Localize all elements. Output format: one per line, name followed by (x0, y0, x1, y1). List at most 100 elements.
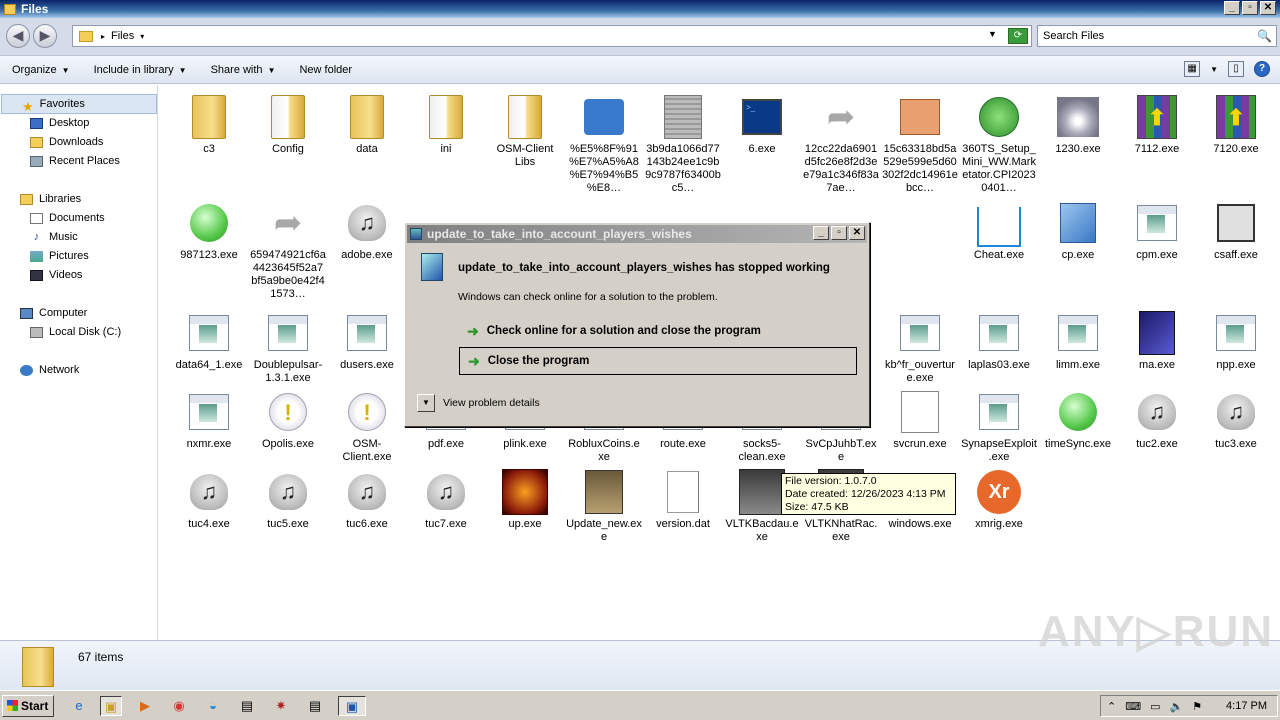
sidebar-item-pictures[interactable]: Pictures (30, 250, 89, 262)
search-input[interactable]: Search Files 🔍 (1037, 25, 1277, 47)
file-item[interactable]: laplas03.exe (961, 309, 1037, 372)
file-item[interactable]: ♫ tuc7.exe (408, 468, 484, 531)
file-item[interactable]: dusers.exe (329, 309, 405, 372)
organize-button[interactable]: Organize ▼ (0, 64, 82, 76)
app-window-icon[interactable]: ▤ (236, 696, 258, 716)
file-item[interactable]: cpm.exe (1119, 199, 1195, 262)
file-item[interactable]: Update_new.exe (566, 468, 642, 544)
file-item[interactable]: version.dat (645, 468, 721, 531)
dialog-maximize-button[interactable]: ▫ (831, 226, 847, 240)
chrome-icon[interactable]: ◉ (168, 696, 190, 716)
error-dialog-taskbar-icon[interactable]: ▣ (338, 696, 366, 716)
search-icon[interactable]: 🔍 (1257, 29, 1272, 43)
edge-icon[interactable]: ◒ (202, 696, 224, 716)
sidebar-item-network[interactable]: Network (20, 364, 79, 376)
dialog-close-button[interactable]: ✕ (849, 226, 865, 240)
sidebar-item-desktop[interactable]: Desktop (30, 117, 89, 129)
breadcrumb-files[interactable]: Files (111, 30, 134, 42)
file-item[interactable]: Config (250, 93, 326, 156)
volume-icon[interactable]: 🔈 (1170, 700, 1184, 713)
breadcrumb-arrow-icon[interactable]: ▸ (101, 32, 105, 41)
include-in-library-button[interactable]: Include in library ▼ (82, 64, 199, 76)
file-item[interactable]: ⬆ 7120.exe (1198, 93, 1274, 156)
chevron-down-icon[interactable]: ▼ (1210, 65, 1218, 74)
file-item[interactable]: ini (408, 93, 484, 156)
game-taskbar-icon[interactable]: ✷ (270, 696, 292, 716)
file-item[interactable]: limm.exe (1040, 309, 1116, 372)
forward-button[interactable]: ▶ (33, 24, 57, 48)
check-online-button[interactable]: ➜ Check online for a solution and close t… (459, 317, 857, 345)
file-item[interactable]: ! OSM-Client.exe (329, 388, 405, 464)
file-item[interactable]: Xr xmrig.exe (961, 468, 1037, 531)
file-item[interactable]: 987123.exe (171, 199, 247, 262)
address-history-dropdown-icon[interactable]: ▼ (988, 29, 997, 39)
file-item[interactable]: 360TS_Setup_Mini_WW.Marketator.CPI202304… (961, 93, 1037, 195)
refresh-icon[interactable]: ⟳ (1008, 28, 1028, 44)
battery-icon[interactable]: ▭ (1150, 700, 1160, 713)
minimize-button[interactable]: _ (1224, 1, 1240, 15)
sidebar-item-videos[interactable]: Videos (30, 269, 82, 281)
close-button[interactable]: ✕ (1260, 1, 1276, 15)
file-item[interactable]: >_ 6.exe (724, 93, 800, 156)
file-item[interactable]: svcrun.exe (882, 388, 958, 451)
share-with-button[interactable]: Share with ▼ (199, 64, 288, 76)
file-item[interactable]: cp.exe (1040, 199, 1116, 262)
sidebar-item-downloads[interactable]: Downloads (30, 136, 103, 148)
maximize-button[interactable]: ▫ (1242, 1, 1258, 15)
app-window-icon[interactable]: ▤ (304, 696, 326, 716)
sidebar-item-favorites[interactable]: ★ Favorites (1, 94, 157, 114)
sidebar-item-music[interactable]: ♪ Music (30, 231, 78, 243)
file-item[interactable]: ! Opolis.exe (250, 388, 326, 451)
file-item[interactable]: csaff.exe (1198, 199, 1274, 262)
file-item[interactable]: ⬆ 7112.exe (1119, 93, 1195, 156)
file-item[interactable]: Doublepulsar-1.3.1.exe (250, 309, 326, 385)
file-item[interactable]: 3b9da1066d77143b24ee1c9b9c9787f63400bc5… (645, 93, 721, 195)
file-item[interactable]: %E5%8F%91%E7%A5%A8%E7%94%B5%E8… (566, 93, 642, 195)
file-item[interactable]: ♫ tuc3.exe (1198, 388, 1274, 451)
file-item[interactable]: kb^fr_ouverture.exe (882, 309, 958, 385)
sidebar-item-libraries[interactable]: Libraries (20, 193, 81, 205)
file-item[interactable]: ➦ 659474921cf6a4423645f52a7bf5a9be0e42f41… (250, 199, 326, 301)
file-item[interactable]: data64_1.exe (171, 309, 247, 372)
breadcrumb-dropdown-icon[interactable]: ▾ (140, 32, 144, 41)
ie-icon[interactable]: e (68, 696, 90, 716)
view-problem-details[interactable]: ▼ View problem details (417, 394, 540, 412)
file-item[interactable]: up.exe (487, 468, 563, 531)
file-item[interactable]: ➦ 12cc22da6901d5fc26e8f2d3ee79a1c346f83a7… (803, 93, 879, 195)
file-item[interactable]: ♫ tuc5.exe (250, 468, 326, 531)
sidebar-item-documents[interactable]: Documents (30, 212, 105, 224)
dialog-minimize-button[interactable]: _ (813, 226, 829, 240)
file-item[interactable]: 15c63318bd5a529e599e5d60302f2dc14961ebcc… (882, 93, 958, 195)
explorer-taskbar-icon[interactable]: ▣ (100, 696, 122, 716)
file-item[interactable]: OSM-Client Libs (487, 93, 563, 169)
file-item[interactable]: npp.exe (1198, 309, 1274, 372)
view-options-icon[interactable]: ▦ (1184, 61, 1201, 77)
start-button[interactable]: Start (2, 695, 54, 717)
file-item[interactable]: nxmr.exe (171, 388, 247, 451)
sidebar-item-recent-places[interactable]: Recent Places (30, 155, 120, 167)
address-bar[interactable]: ▸ Files ▾ (72, 25, 1032, 47)
keyboard-icon[interactable]: ⌨ (1125, 700, 1141, 713)
tray-expand-icon[interactable]: ⌃ (1107, 700, 1116, 713)
file-item[interactable]: 1230.exe (1040, 93, 1116, 156)
file-item[interactable]: ma.exe (1119, 309, 1195, 372)
sidebar-item-local-disk[interactable]: Local Disk (C:) (30, 326, 121, 338)
back-button[interactable]: ◀ (6, 24, 30, 48)
file-item[interactable]: ♫ adobe.exe (329, 199, 405, 262)
file-item[interactable]: ♫ tuc2.exe (1119, 388, 1195, 451)
help-icon[interactable]: ? (1254, 61, 1270, 77)
file-item[interactable]: ♫ tuc6.exe (329, 468, 405, 531)
file-item[interactable]: timeSync.exe (1040, 388, 1116, 451)
clock[interactable]: 4:17 PM (1226, 700, 1267, 712)
chevron-down-icon[interactable]: ▼ (417, 394, 435, 412)
close-program-button[interactable]: ➜ Close the program (459, 347, 857, 375)
flag-icon[interactable]: ⚑ (1192, 700, 1202, 713)
sidebar-item-computer[interactable]: Computer (20, 307, 87, 319)
file-item[interactable]: c3 (171, 93, 247, 156)
file-item[interactable]: data (329, 93, 405, 156)
file-item[interactable]: ♫ tuc4.exe (171, 468, 247, 531)
media-player-icon[interactable]: ▶ (134, 696, 156, 716)
file-item[interactable]: Cheat.exe (961, 199, 1037, 262)
new-folder-button[interactable]: New folder (287, 64, 364, 76)
file-item[interactable]: SynapseExploit.exe (961, 388, 1037, 464)
